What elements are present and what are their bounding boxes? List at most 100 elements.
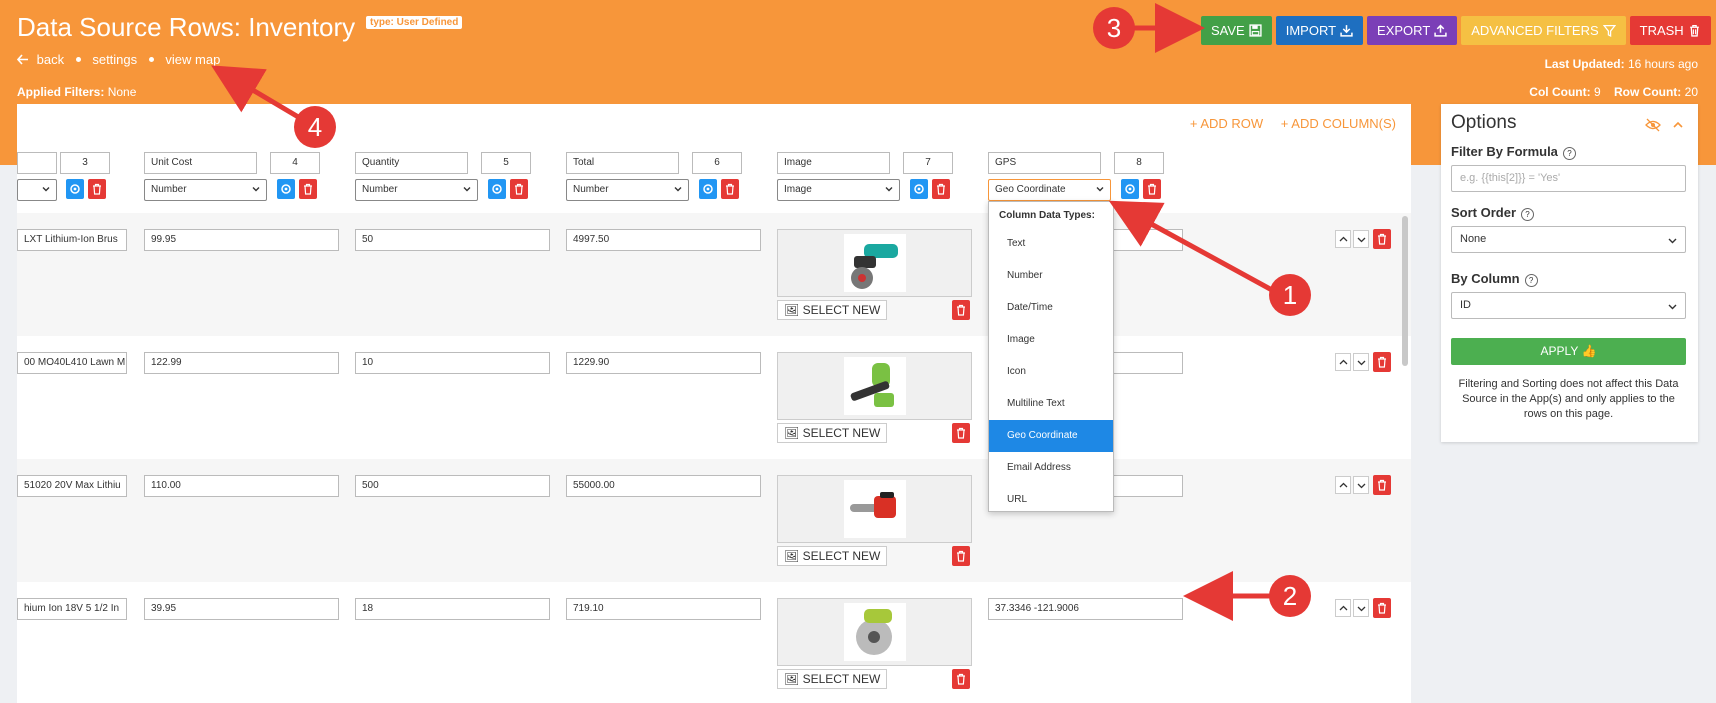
row-gps-input[interactable]: 37.3346 -121.9006: [988, 598, 1183, 620]
column-settings-button[interactable]: [488, 179, 506, 199]
help-icon[interactable]: ?: [1521, 208, 1535, 221]
column-delete-button[interactable]: [932, 179, 950, 199]
column-type-select[interactable]: Number: [566, 179, 689, 201]
option-geo-coordinate[interactable]: Geo Coordinate: [989, 420, 1113, 452]
option-url[interactable]: URL: [989, 484, 1113, 516]
move-down-button[interactable]: [1353, 599, 1369, 617]
image-delete-button[interactable]: [952, 546, 970, 566]
callout-1: 1: [1269, 274, 1311, 316]
settings-link[interactable]: settings: [92, 52, 137, 67]
row-delete-button[interactable]: [1373, 352, 1391, 372]
row-unit-cost-input[interactable]: 110.00: [144, 475, 339, 497]
column-type-select[interactable]: Number: [355, 179, 478, 201]
row-unit-cost-input[interactable]: 122.99: [144, 352, 339, 374]
back-arrow-icon[interactable]: [16, 52, 33, 67]
option-text[interactable]: Text: [989, 228, 1113, 260]
select-new-image-button[interactable]: 🖼 SELECT NEW: [777, 423, 888, 443]
column-settings-button[interactable]: [1121, 179, 1139, 199]
row-total-input[interactable]: 55000.00: [566, 475, 761, 497]
column-delete-button[interactable]: [510, 179, 528, 199]
row-total-input[interactable]: 719.10: [566, 598, 761, 620]
row-unit-cost-input[interactable]: 99.95: [144, 229, 339, 251]
column-type-select[interactable]: Number: [144, 179, 267, 201]
option-number[interactable]: Number: [989, 260, 1113, 292]
by-column-select[interactable]: ID: [1451, 292, 1686, 319]
column-delete-button[interactable]: [299, 179, 317, 199]
row-quantity-input[interactable]: 10: [355, 352, 550, 374]
option-email-address[interactable]: Email Address: [989, 452, 1113, 484]
column-header-row: 3 Unit Cost 4 Number Quantity 5 Number T…: [17, 152, 1411, 202]
column-name-input[interactable]: Quantity: [355, 152, 468, 174]
column-delete-button[interactable]: [721, 179, 739, 199]
row-name-input[interactable]: hium Ion 18V 5 1/2 In: [17, 598, 127, 620]
image-delete-button[interactable]: [952, 423, 970, 443]
column-index-input[interactable]: 4: [270, 152, 320, 174]
column-name-input[interactable]: Total: [566, 152, 679, 174]
apply-button[interactable]: APPLY 👍: [1451, 338, 1686, 365]
row-quantity-input[interactable]: 18: [355, 598, 550, 620]
trash-icon: [1689, 24, 1699, 37]
column-settings-button[interactable]: [910, 179, 928, 199]
select-new-image-button[interactable]: 🖼 SELECT NEW: [777, 546, 888, 566]
export-button[interactable]: EXPORT: [1367, 16, 1458, 45]
column-name-input[interactable]: [17, 152, 57, 174]
back-link[interactable]: back: [37, 52, 64, 67]
row-name-input[interactable]: 00 MO40L410 Lawn M: [17, 352, 127, 374]
option-image[interactable]: Image: [989, 324, 1113, 356]
select-new-image-button[interactable]: 🖼 SELECT NEW: [777, 669, 888, 689]
column-type-select[interactable]: [17, 179, 57, 201]
column-delete-button[interactable]: [88, 179, 106, 199]
row-unit-cost-input[interactable]: 39.95: [144, 598, 339, 620]
column-settings-button[interactable]: [277, 179, 295, 199]
row-name-input[interactable]: 51020 20V Max Lithiu: [17, 475, 127, 497]
option-icon[interactable]: Icon: [989, 356, 1113, 388]
move-up-button[interactable]: [1335, 230, 1351, 248]
column-name-input[interactable]: GPS: [988, 152, 1101, 174]
row-total-input[interactable]: 4997.50: [566, 229, 761, 251]
trash-button[interactable]: TRASH: [1629, 16, 1711, 45]
row-delete-button[interactable]: [1373, 598, 1391, 618]
column-type-select[interactable]: Geo Coordinate: [988, 179, 1111, 201]
help-icon[interactable]: ?: [1562, 147, 1576, 160]
move-up-button[interactable]: [1335, 353, 1351, 371]
column-type-select[interactable]: Image: [777, 179, 900, 201]
image-delete-button[interactable]: [952, 300, 970, 320]
row-name-input[interactable]: LXT Lithium-Ion Brus: [17, 229, 127, 251]
vertical-scrollbar[interactable]: [1402, 216, 1408, 366]
column-delete-button[interactable]: [1143, 179, 1161, 199]
column-index-input[interactable]: 8: [1114, 152, 1164, 174]
move-down-button[interactable]: [1353, 230, 1369, 248]
image-delete-button[interactable]: [952, 669, 970, 689]
move-down-button[interactable]: [1353, 476, 1369, 494]
column-settings-button[interactable]: [699, 179, 717, 199]
row-total-input[interactable]: 1229.90: [566, 352, 761, 374]
chevron-up-icon[interactable]: [1672, 119, 1684, 131]
row-quantity-input[interactable]: 500: [355, 475, 550, 497]
option-datetime[interactable]: Date/Time: [989, 292, 1113, 324]
option-multiline-text[interactable]: Multiline Text: [989, 388, 1113, 420]
column-name-input[interactable]: Unit Cost: [144, 152, 257, 174]
column-index-input[interactable]: 7: [903, 152, 953, 174]
move-up-button[interactable]: [1335, 599, 1351, 617]
column-index-input[interactable]: 3: [60, 152, 110, 174]
filter-formula-input[interactable]: e.g. {{this[2]}} = 'Yes': [1451, 165, 1686, 192]
add-columns-link[interactable]: + ADD COLUMN(S): [1281, 116, 1396, 131]
help-icon[interactable]: ?: [1524, 274, 1538, 287]
select-new-image-button[interactable]: 🖼 SELECT NEW: [777, 300, 888, 320]
move-up-button[interactable]: [1335, 476, 1351, 494]
column-name-input[interactable]: Image: [777, 152, 890, 174]
move-down-button[interactable]: [1353, 353, 1369, 371]
save-button[interactable]: SAVE: [1201, 16, 1272, 45]
add-row-link[interactable]: + ADD ROW: [1190, 116, 1263, 131]
eye-slash-icon[interactable]: [1645, 118, 1661, 132]
view-map-link[interactable]: view map: [165, 52, 220, 67]
advanced-filters-button[interactable]: ADVANCED FILTERS: [1461, 16, 1626, 45]
import-button[interactable]: IMPORT: [1275, 16, 1364, 45]
row-quantity-input[interactable]: 50: [355, 229, 550, 251]
sort-order-select[interactable]: None: [1451, 226, 1686, 253]
row-delete-button[interactable]: [1373, 475, 1391, 495]
column-index-input[interactable]: 6: [692, 152, 742, 174]
row-delete-button[interactable]: [1373, 229, 1391, 249]
column-index-input[interactable]: 5: [481, 152, 531, 174]
column-settings-button[interactable]: [66, 179, 84, 199]
